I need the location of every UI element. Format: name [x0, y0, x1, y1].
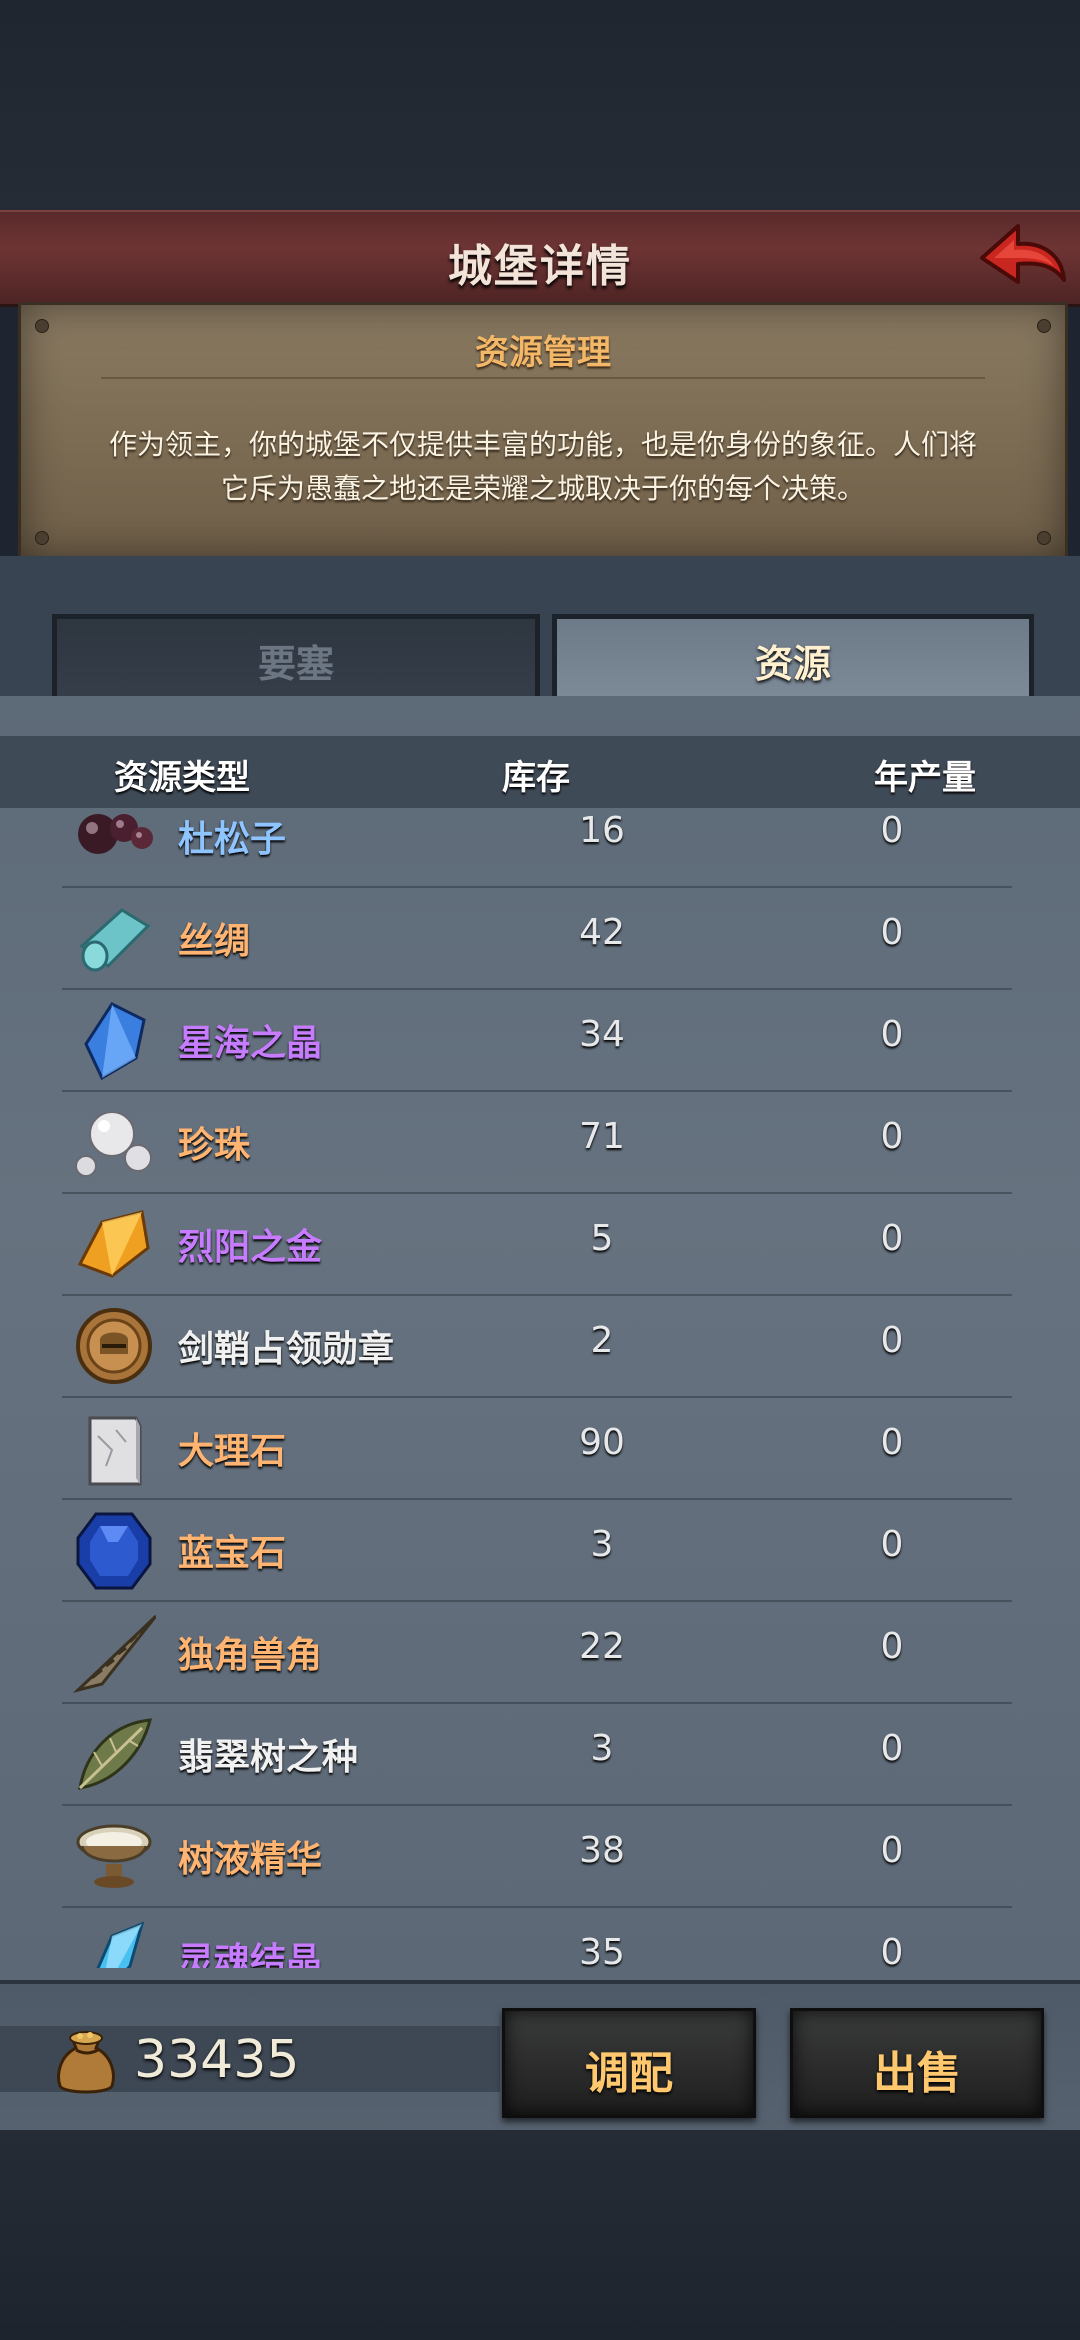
info-line: 它斥为愚蠢之地还是荣耀之城取决于你的每个决策。: [220, 472, 865, 505]
list-item[interactable]: 丝绸 42 0: [62, 886, 1012, 990]
page-title: 城堡详情: [448, 241, 632, 292]
resource-annual: 0: [880, 1422, 904, 1463]
list-item[interactable]: 剑鞘占领勋章 2 0: [62, 1294, 1012, 1398]
list-item[interactable]: 翡翠树之种 3 0: [62, 1702, 1012, 1806]
allocate-label: 调配: [585, 2048, 673, 2099]
blue-crystal-icon: [84, 1002, 146, 1081]
resource-stock: 34: [579, 1014, 625, 1055]
resource-name: 星海之晶: [178, 1023, 323, 1064]
tab-fortress[interactable]: 要塞: [52, 614, 540, 699]
resource-panel: 资源类型 库存 年产量 杜松子 16 0 丝绸 42 0 星海之晶 34 0 珍…: [0, 696, 1080, 1980]
sell-label: 出售: [873, 2048, 961, 2099]
emerald-seed-icon: [78, 1718, 152, 1790]
info-divider: [101, 377, 985, 379]
juniper-berries-icon: [78, 814, 153, 854]
resource-stock: 90: [579, 1422, 625, 1463]
footer-bar: 33435 调配 出售: [0, 1980, 1080, 2134]
resource-name: 剑鞘占领勋章: [178, 1329, 395, 1370]
col-annual-header: 年产量: [874, 758, 976, 798]
resource-name: 烈阳之金: [178, 1227, 323, 1268]
resource-annual: 0: [880, 1014, 904, 1055]
rivet: [35, 531, 49, 545]
info-line: 作为领主，你的城堡不仅提供丰富的功能，也是你身份的象征。人们将: [108, 428, 977, 461]
col-type-header: 资源类型: [114, 758, 250, 798]
tab-bar: 要塞 资源: [0, 556, 1080, 699]
list-item[interactable]: 独角兽角 22 0: [62, 1600, 1012, 1704]
top-backdrop: [0, 0, 1080, 210]
list-item[interactable]: 杜松子 16 0: [62, 808, 1012, 888]
silk-roll-icon: [79, 908, 151, 972]
resource-list[interactable]: 杜松子 16 0 丝绸 42 0 星海之晶 34 0 珍珠 71 0 烈阳之金 …: [0, 808, 1080, 1968]
bottom-backdrop: [0, 2130, 1080, 2340]
tab-resources[interactable]: 资源: [552, 614, 1034, 699]
title-bar: 城堡详情: [0, 210, 1080, 307]
resource-stock: 16: [579, 810, 625, 851]
list-item[interactable]: 树液精华 38 0: [62, 1804, 1012, 1908]
soul-crystal-icon: [96, 1921, 145, 1968]
gold-crystal-icon: [77, 1210, 150, 1278]
sapphire-icon: [76, 1512, 152, 1590]
medal-helmet-icon: [76, 1308, 152, 1384]
list-item[interactable]: 星海之晶 34 0: [62, 988, 1012, 1092]
resource-name: 丝绸: [178, 921, 251, 962]
resource-name: 树液精华: [178, 1839, 323, 1880]
resource-annual: 0: [880, 1932, 904, 1968]
list-item[interactable]: 烈阳之金 5 0: [62, 1192, 1012, 1296]
col-stock-header: 库存: [502, 758, 570, 798]
info-heading: 资源管理: [475, 333, 611, 373]
resource-annual: 0: [880, 1320, 904, 1361]
resource-name: 大理石: [178, 1431, 287, 1472]
gold-sack-icon: [57, 2031, 115, 2094]
unicorn-horn-icon: [72, 1614, 156, 1693]
resource-annual: 0: [880, 1830, 904, 1871]
column-header: 资源类型 库存 年产量: [0, 736, 1080, 808]
resource-stock: 3: [590, 1728, 614, 1769]
resource-stock: 35: [579, 1932, 625, 1968]
resource-stock: 5: [590, 1218, 614, 1259]
resource-annual: 0: [880, 912, 904, 953]
allocate-button[interactable]: 调配: [502, 2008, 756, 2118]
resource-annual: 0: [880, 1626, 904, 1667]
resource-annual: 0: [880, 1116, 904, 1157]
list-item[interactable]: 灵魂结晶 35 0: [62, 1906, 1012, 1968]
back-arrow-icon: [980, 224, 1066, 284]
tab-label: 资源: [754, 642, 831, 686]
rivet: [1037, 531, 1051, 545]
resource-stock: 38: [579, 1830, 625, 1871]
resource-annual: 0: [880, 1524, 904, 1565]
sap-bowl-icon: [76, 1824, 152, 1888]
resource-name: 灵魂结晶: [178, 1941, 323, 1968]
gold-amount: 33435: [134, 2030, 300, 2090]
resource-name: 翡翠树之种: [178, 1737, 359, 1778]
resource-name: 独角兽角: [178, 1635, 323, 1676]
list-item[interactable]: 大理石 90 0: [62, 1396, 1012, 1500]
resource-name: 蓝宝石: [178, 1533, 287, 1574]
list-item[interactable]: 珍珠 71 0: [62, 1090, 1012, 1194]
resource-stock: 42: [579, 912, 625, 953]
sell-button[interactable]: 出售: [790, 2008, 1044, 2118]
tab-label: 要塞: [257, 642, 334, 686]
list-item[interactable]: 蓝宝石 3 0: [62, 1498, 1012, 1602]
marble-block-icon: [88, 1416, 142, 1486]
info-description: 作为领主，你的城堡不仅提供丰富的功能，也是你身份的象征。人们将 它斥为愚蠢之地还…: [61, 423, 1025, 511]
info-parchment: 资源管理 作为领主，你的城堡不仅提供丰富的功能，也是你身份的象征。人们将 它斥为…: [18, 302, 1068, 562]
resource-stock: 22: [579, 1626, 625, 1667]
pearls-icon: [75, 1111, 152, 1177]
resource-annual: 0: [880, 810, 904, 851]
resource-name: 珍珠: [178, 1125, 251, 1166]
resource-annual: 0: [880, 1728, 904, 1769]
back-button[interactable]: [974, 218, 1070, 298]
resource-stock: 2: [590, 1320, 614, 1361]
resource-stock: 71: [579, 1116, 625, 1157]
resource-stock: 3: [590, 1524, 614, 1565]
resource-annual: 0: [880, 1218, 904, 1259]
resource-name: 杜松子: [178, 819, 287, 860]
